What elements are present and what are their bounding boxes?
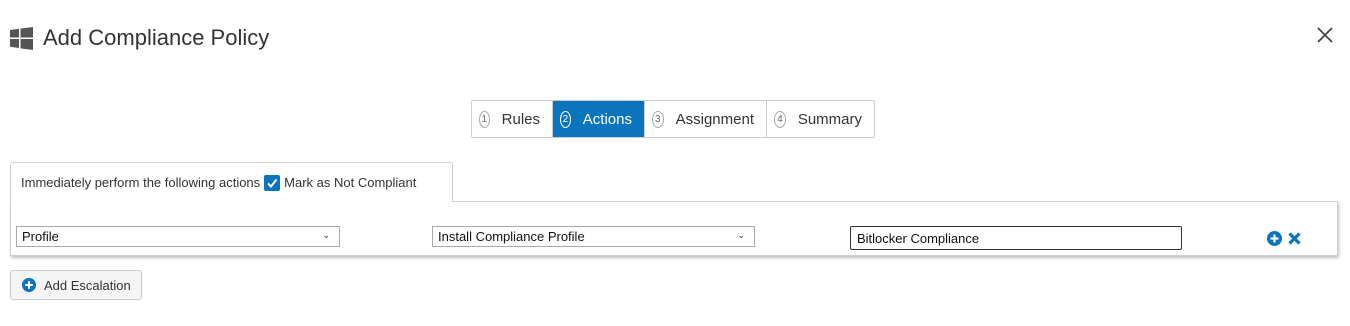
plus-circle-icon[interactable]: [1267, 231, 1282, 246]
close-button[interactable]: [1310, 22, 1340, 52]
step-number: 4: [774, 110, 786, 128]
step-assignment[interactable]: 3 Assignment: [645, 101, 767, 137]
compliance-policy-dialog: Add Compliance Policy 1 Rules 2 Actions …: [0, 0, 1350, 326]
step-summary[interactable]: 4 Summary: [767, 101, 874, 137]
mark-not-compliant-checkbox[interactable]: [264, 174, 281, 191]
chevron-down-icon: ⌄: [322, 230, 330, 240]
mark-not-compliant-label: Mark as Not Compliant: [284, 175, 417, 190]
profile-name-value: Bitlocker Compliance: [857, 230, 980, 246]
step-label: Assignment: [675, 110, 754, 128]
step-label: Summary: [797, 110, 862, 128]
wizard-stepper: 1 Rules 2 Actions 3 Assignment 4 Summary: [471, 100, 875, 138]
step-label: Rules: [501, 110, 540, 128]
step-number: 2: [560, 110, 571, 128]
add-escalation-button[interactable]: Add Escalation: [10, 270, 142, 300]
close-icon: [1317, 26, 1333, 48]
immediate-actions-label: Immediately perform the following action…: [21, 175, 261, 190]
add-escalation-label: Add Escalation: [44, 277, 131, 293]
profile-name-input[interactable]: Bitlocker Compliance: [850, 226, 1182, 250]
step-rules[interactable]: 1 Rules: [472, 101, 553, 137]
action-panel: Profile ⌄ Install Compliance Profile ⌄ B…: [10, 201, 1338, 256]
windows-icon: [10, 26, 33, 50]
dialog-title: Add Compliance Policy: [43, 25, 270, 50]
checkmark-icon: [267, 178, 278, 188]
step-label: Actions: [582, 110, 632, 128]
x-icon[interactable]: [1287, 231, 1302, 246]
dialog-header: Add Compliance Policy: [10, 22, 269, 54]
action-type-value: Profile: [22, 229, 59, 244]
chevron-down-icon: ⌄: [737, 230, 745, 240]
step-number: 1: [479, 110, 490, 128]
step-number: 3: [652, 110, 664, 128]
immediate-actions-tab: Immediately perform the following action…: [10, 162, 453, 202]
action-value: Install Compliance Profile: [438, 229, 585, 244]
plus-circle-icon: [22, 278, 36, 292]
step-actions[interactable]: 2 Actions: [553, 101, 645, 137]
action-type-select[interactable]: Profile ⌄: [16, 226, 340, 247]
action-select[interactable]: Install Compliance Profile ⌄: [432, 226, 755, 247]
